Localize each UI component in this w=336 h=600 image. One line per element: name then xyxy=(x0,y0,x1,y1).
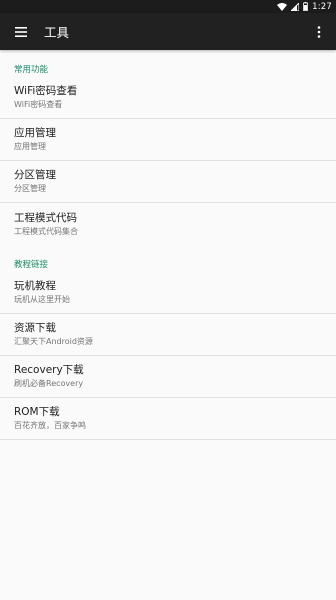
item-subtitle: 刷机必备Recovery xyxy=(14,379,84,388)
more-vert-icon xyxy=(317,25,321,38)
item-title: WiFi密码查看 xyxy=(14,85,78,97)
item-subtitle: 应用管理 xyxy=(14,142,46,151)
list-item-partition-manager[interactable]: 分区管理 分区管理 xyxy=(0,161,336,203)
list-item-engineering-codes[interactable]: 工程模式代码 工程模式代码集合 xyxy=(0,203,336,245)
more-options-button[interactable] xyxy=(302,13,336,50)
item-subtitle: 工程模式代码集合 xyxy=(14,226,78,236)
item-subtitle: WiFi密码查看 xyxy=(14,100,63,109)
item-title: 玩机教程 xyxy=(14,280,56,292)
status-time: 1:27 xyxy=(312,1,332,12)
section-header-common-functions: 常用功能 xyxy=(14,65,49,75)
item-subtitle: 玩机从这里开始 xyxy=(14,295,70,304)
hamburger-menu-icon xyxy=(15,26,27,37)
list-item-resource-download[interactable]: 资源下载 汇聚天下Android资源 xyxy=(0,314,336,356)
item-title: 应用管理 xyxy=(14,127,56,139)
navigation-menu-button[interactable] xyxy=(0,13,42,50)
item-subtitle: 分区管理 xyxy=(14,184,46,193)
list-item-tutorials[interactable]: 玩机教程 玩机从这里开始 xyxy=(0,272,336,314)
settings-list: 常用功能 WiFi密码查看 WiFi密码查看 应用管理 应用管理 分区管理 分区… xyxy=(0,50,336,440)
battery-icon xyxy=(303,2,309,11)
item-title: ROM下载 xyxy=(14,406,60,418)
item-title: 资源下载 xyxy=(14,322,56,334)
page-title: 工具 xyxy=(44,25,70,40)
section-header-tutorial-links: 教程链接 xyxy=(14,260,49,270)
item-title: Recovery下载 xyxy=(14,364,84,376)
item-title: 工程模式代码 xyxy=(14,211,77,224)
list-item-wifi-password[interactable]: WiFi密码查看 WiFi密码查看 xyxy=(0,77,336,119)
item-subtitle: 汇聚天下Android资源 xyxy=(14,337,93,346)
signal-icon xyxy=(291,2,300,11)
wifi-icon xyxy=(277,2,288,11)
item-title: 分区管理 xyxy=(14,169,56,181)
list-item-recovery-download[interactable]: Recovery下载 刷机必备Recovery xyxy=(0,356,336,398)
list-item-app-manager[interactable]: 应用管理 应用管理 xyxy=(0,119,336,161)
item-subtitle: 百花齐放，百家争鸣 xyxy=(14,421,86,430)
app-toolbar: 工具 xyxy=(0,13,336,50)
status-bar: 1:27 xyxy=(0,0,336,13)
list-item-rom-download[interactable]: ROM下载 百花齐放，百家争鸣 xyxy=(0,398,336,440)
